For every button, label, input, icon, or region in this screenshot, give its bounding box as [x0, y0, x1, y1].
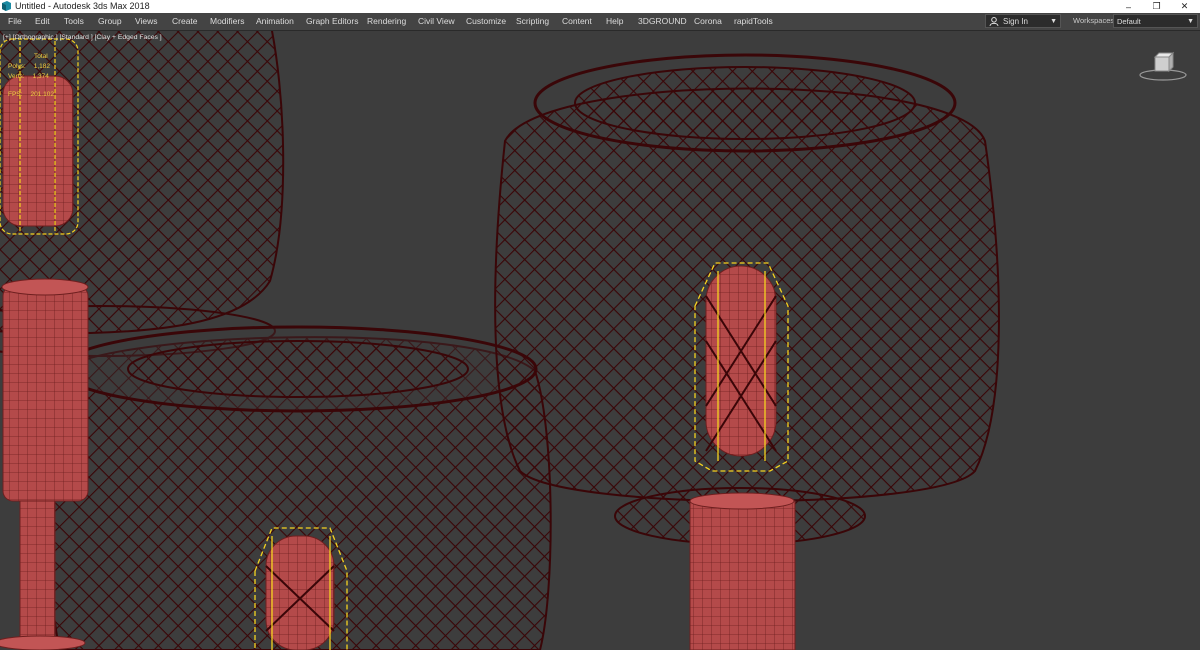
menu-group[interactable]: Group	[98, 15, 122, 27]
menu-views[interactable]: Views	[135, 15, 158, 27]
menu-tools[interactable]: Tools	[64, 15, 84, 27]
stats-header: Total	[34, 53, 48, 60]
menu-modifiers[interactable]: Modifiers	[210, 15, 244, 27]
menu-help[interactable]: Help	[606, 15, 623, 27]
user-icon	[989, 17, 999, 26]
3dsmax-app-icon	[2, 1, 11, 11]
menu-civil-view[interactable]: Civil View	[418, 15, 455, 27]
chevron-down-icon: ▼	[1187, 18, 1194, 25]
workspaces-select[interactable]: Default ▼	[1113, 14, 1198, 28]
polys-label: Polys:	[8, 63, 26, 70]
verts-value: 1,374	[32, 73, 49, 80]
viewport-statistics: Total Polys: 1,182 Verts: 1,374 FPS: 201.10…	[8, 52, 54, 100]
menu-content[interactable]: Content	[562, 15, 592, 27]
perspective-viewport[interactable]: [+] [Orthographic ] [Standard ] [Clay + …	[0, 31, 1200, 650]
menu-customize[interactable]: Customize	[466, 15, 506, 27]
menu-rendering[interactable]: Rendering	[367, 15, 406, 27]
menu-3dground[interactable]: 3DGROUND	[638, 15, 687, 27]
polys-value: 1,182	[33, 63, 50, 70]
menu-rapidtools[interactable]: rapidTools	[734, 15, 773, 27]
menu-scripting[interactable]: Scripting	[516, 15, 549, 27]
menu-create[interactable]: Create	[172, 15, 198, 27]
fps-label: FPS:	[8, 91, 23, 98]
fps-value: 201.102	[30, 91, 54, 98]
workspaces-label: Workspaces:	[1073, 16, 1117, 25]
sign-in-dropdown[interactable]: Sign In ▼	[985, 14, 1061, 28]
menu-animation[interactable]: Animation	[256, 15, 294, 27]
scene-render	[0, 31, 1000, 650]
chevron-down-icon: ▼	[1050, 18, 1057, 25]
workspaces-value: Default	[1117, 17, 1141, 26]
menu-file[interactable]: File	[8, 15, 22, 27]
sign-in-label: Sign In	[1003, 17, 1028, 26]
minimize-button[interactable]: –	[1115, 0, 1142, 13]
bulb-bottom-left	[265, 535, 335, 650]
restore-button[interactable]: ❐	[1143, 0, 1170, 13]
viewcube-icon[interactable]	[1138, 51, 1188, 81]
menu-edit[interactable]: Edit	[35, 15, 50, 27]
title-bar: Untitled - Autodesk 3ds Max 2018 – ❐ ✕	[0, 0, 1200, 13]
menu-corona[interactable]: Corona	[694, 15, 722, 27]
close-button[interactable]: ✕	[1171, 0, 1198, 13]
verts-label: Verts:	[8, 73, 25, 80]
viewport-label[interactable]: [+] [Orthographic ] [Standard ] [Clay + …	[3, 34, 162, 42]
lamp-stem-right	[689, 492, 796, 650]
menu-graph-editors[interactable]: Graph Editors	[306, 15, 358, 27]
menu-bar: File Edit Tools Group Views Create Modif…	[0, 13, 1200, 31]
window-title: Untitled - Autodesk 3ds Max 2018	[15, 1, 150, 11]
